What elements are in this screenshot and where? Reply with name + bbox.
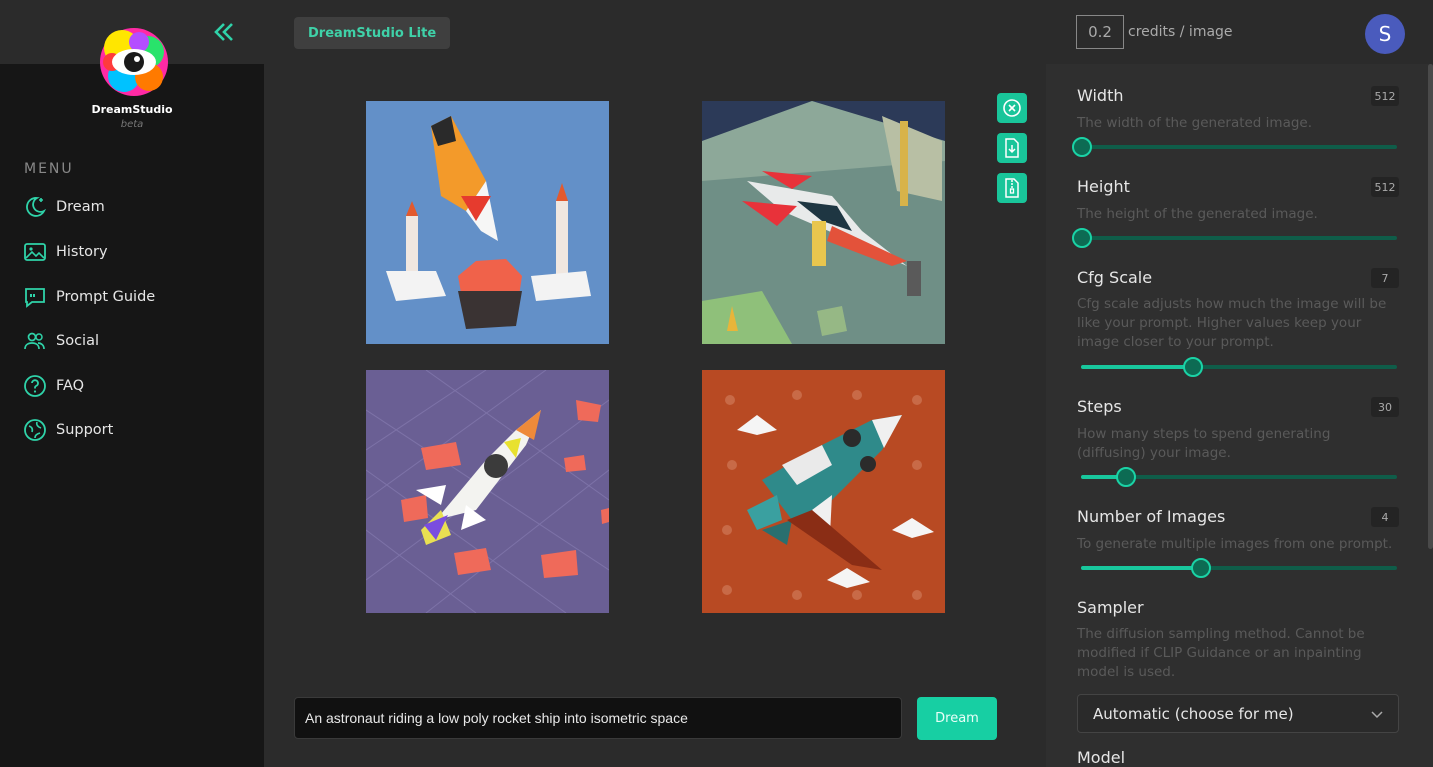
- user-avatar[interactable]: S: [1365, 14, 1405, 54]
- clear-images-button[interactable]: [997, 93, 1027, 123]
- close-circle-icon: [1003, 99, 1021, 117]
- users-icon: [22, 328, 48, 354]
- sidebar-item-prompt-guide[interactable]: Prompt Guide: [22, 283, 242, 311]
- sampler-selected-value: Automatic (choose for me): [1093, 704, 1294, 723]
- cfg-scale-description: Cfg scale adjusts how much the image wil…: [1077, 296, 1387, 350]
- download-file-icon: [1005, 138, 1019, 158]
- height-description: The height of the generated image.: [1077, 206, 1318, 222]
- sampler-select[interactable]: Automatic (choose for me): [1077, 694, 1399, 733]
- cfg-scale-value: 7: [1371, 268, 1399, 288]
- height-label: Height: [1077, 177, 1130, 196]
- menu-label: MENU: [24, 161, 74, 177]
- brand-badge: beta: [120, 119, 144, 130]
- sampler-description: The diffusion sampling method. Cannot be…: [1077, 626, 1365, 680]
- number-of-images-label: Number of Images: [1077, 507, 1226, 526]
- cfg-scale-label: Cfg Scale: [1077, 268, 1153, 287]
- steps-value: 30: [1371, 397, 1399, 417]
- download-zip-button[interactable]: [997, 173, 1027, 203]
- mode-label[interactable]: DreamStudio Lite: [294, 17, 451, 49]
- dreamstudio-logo: [94, 22, 174, 102]
- number-of-images-description: To generate multiple images from one pro…: [1077, 536, 1393, 552]
- settings-scrollbar[interactable]: [1428, 64, 1433, 549]
- generated-image-3[interactable]: [366, 370, 609, 613]
- sidebar-item-label: Social: [56, 333, 99, 349]
- moon-sparkle-icon: [22, 194, 48, 220]
- globe-support-icon: [22, 417, 48, 443]
- number-of-images-value: 4: [1371, 507, 1399, 527]
- credits-label: credits / image: [1128, 24, 1233, 40]
- slider-thumb[interactable]: [1190, 558, 1211, 578]
- dream-button[interactable]: Dream: [917, 697, 997, 740]
- credits-value: 0.2: [1076, 15, 1124, 49]
- width-description: The width of the generated image.: [1077, 115, 1313, 131]
- quote-bubble-icon: [22, 284, 48, 310]
- height-value: 512: [1371, 177, 1399, 197]
- sidebar-item-support[interactable]: Support: [22, 416, 242, 444]
- slider-thumb[interactable]: [1072, 137, 1092, 157]
- image-gallery-icon: [22, 239, 48, 265]
- sidebar-item-label: History: [56, 244, 108, 260]
- cfg-scale-slider[interactable]: [1081, 357, 1397, 377]
- sidebar-item-label: Dream: [56, 199, 105, 215]
- prompt-input[interactable]: [294, 697, 902, 739]
- sidebar-item-label: Prompt Guide: [56, 289, 156, 305]
- slider-thumb[interactable]: [1072, 228, 1092, 248]
- width-value: 512: [1371, 86, 1399, 106]
- sidebar-item-label: FAQ: [56, 378, 85, 394]
- brand-name: DreamStudio: [91, 103, 173, 116]
- chevron-down-icon: [1371, 711, 1383, 719]
- zip-file-icon: [1005, 178, 1019, 198]
- width-slider[interactable]: [1072, 137, 1397, 157]
- steps-label: Steps: [1077, 397, 1122, 416]
- slider-thumb[interactable]: [1182, 357, 1203, 377]
- generated-image-2[interactable]: [702, 101, 945, 344]
- sidebar-item-label: Support: [56, 422, 114, 438]
- width-label: Width: [1077, 86, 1124, 105]
- height-slider[interactable]: [1072, 228, 1397, 248]
- generated-image-4[interactable]: [702, 370, 945, 613]
- double-chevron-left-icon: [214, 23, 233, 41]
- sidebar-item-dream[interactable]: Dream: [22, 193, 242, 221]
- sampler-label: Sampler: [1077, 598, 1144, 617]
- steps-slider[interactable]: [1081, 467, 1397, 487]
- sidebar-item-social[interactable]: Social: [22, 327, 242, 355]
- steps-description: How many steps to spend generating (diff…: [1077, 426, 1331, 461]
- collapse-sidebar-button[interactable]: [212, 20, 236, 44]
- question-circle-icon: [22, 373, 48, 399]
- sidebar-item-history[interactable]: History: [22, 238, 242, 266]
- generated-image-1[interactable]: [366, 101, 609, 344]
- model-label: Model: [1077, 748, 1126, 767]
- download-image-button[interactable]: [997, 133, 1027, 163]
- sidebar-item-faq[interactable]: FAQ: [22, 372, 242, 400]
- number-of-images-slider[interactable]: [1081, 558, 1397, 578]
